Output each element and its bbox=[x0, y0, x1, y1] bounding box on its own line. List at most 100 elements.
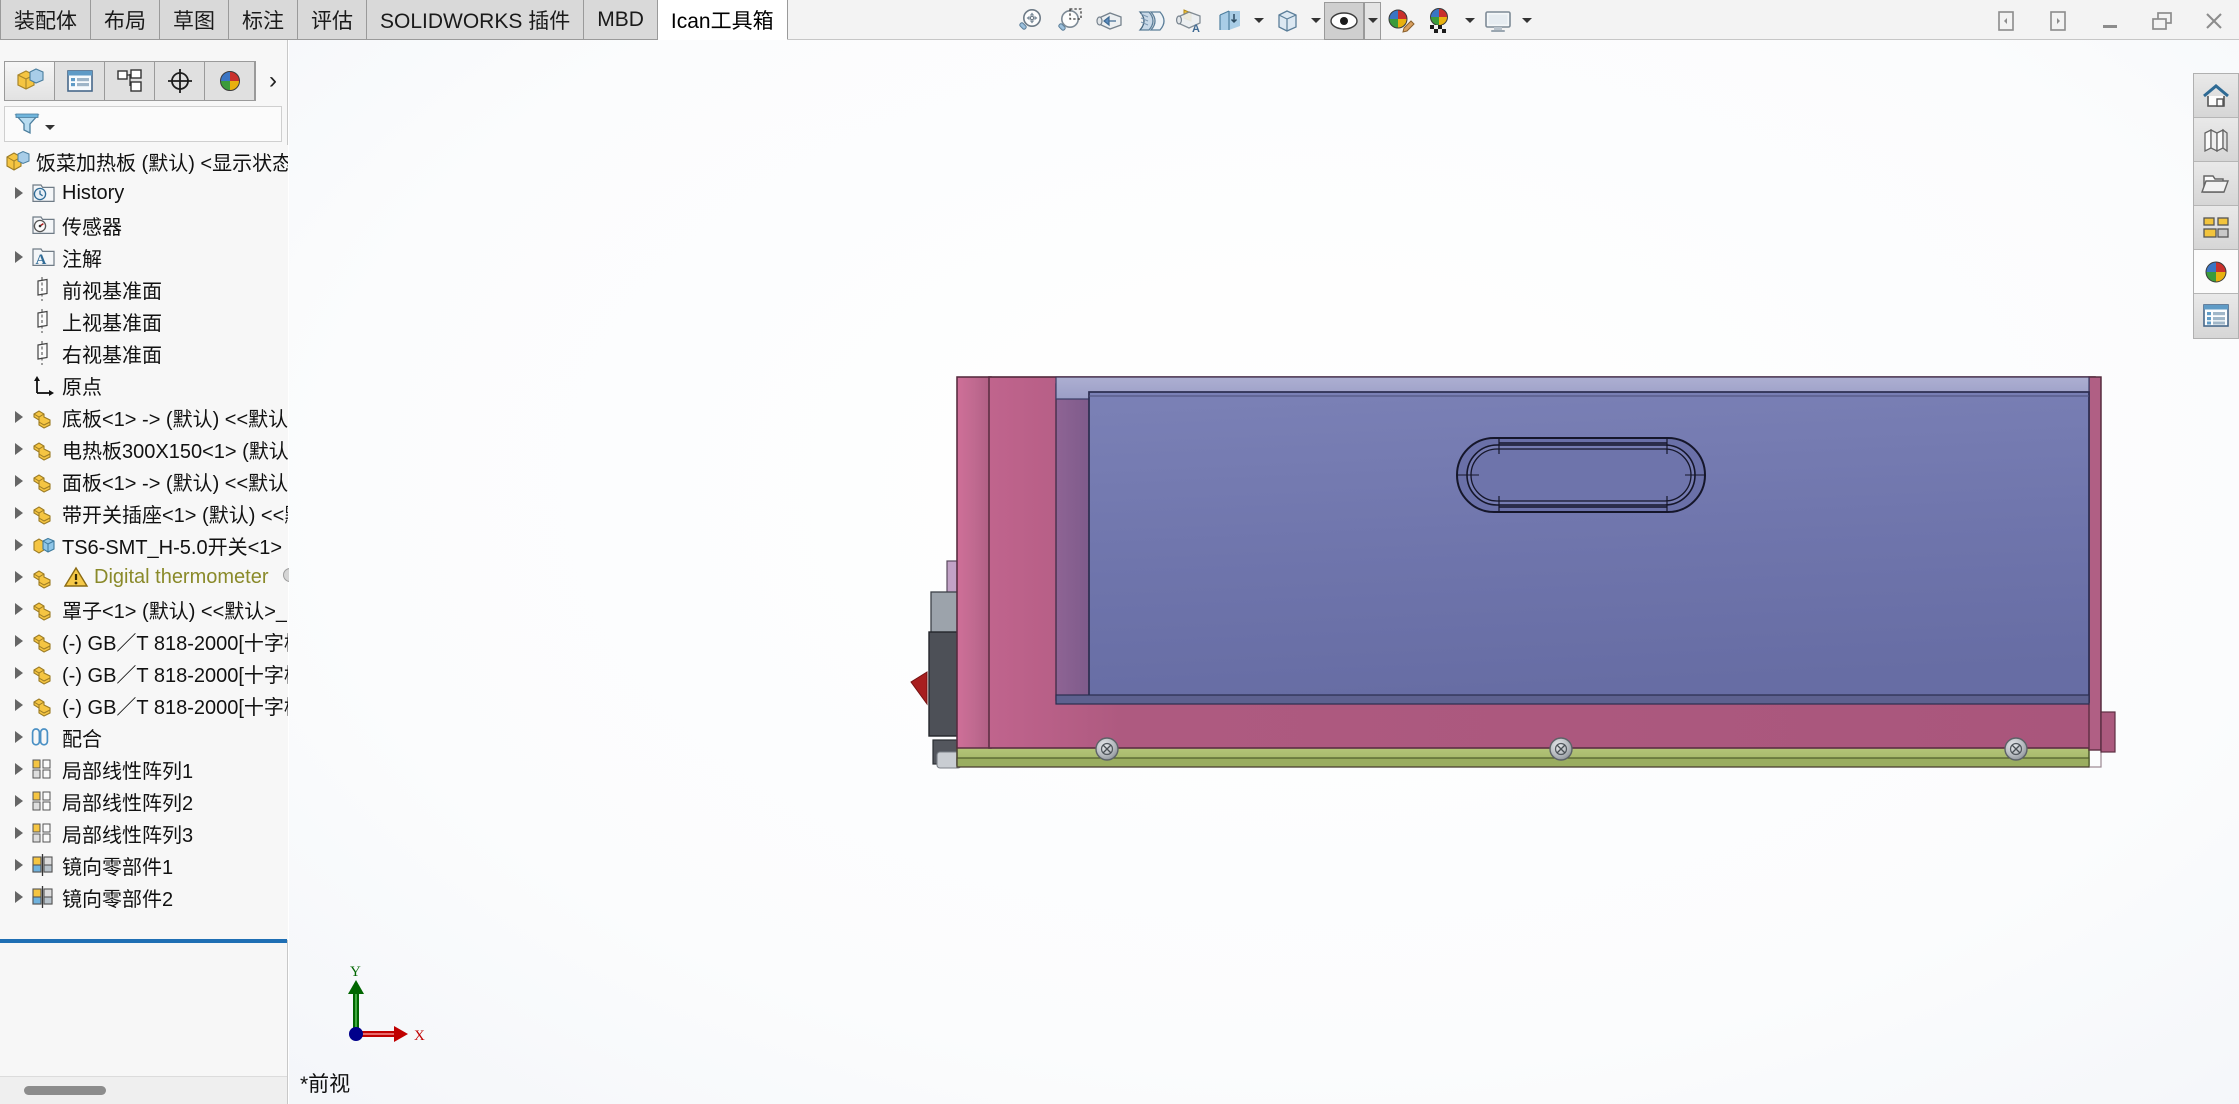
hide-show-items-dropdown-icon[interactable] bbox=[1307, 2, 1324, 40]
view-folder-icon[interactable] bbox=[2194, 162, 2238, 206]
more-tabs-button[interactable]: › bbox=[262, 66, 284, 96]
expand-arrow-icon[interactable] bbox=[8, 465, 30, 497]
tree-node-19[interactable]: 局部线性阵列1 bbox=[0, 753, 288, 785]
view-appearances-icon[interactable] bbox=[2194, 250, 2238, 294]
expand-arrow-icon[interactable] bbox=[8, 721, 30, 753]
tree-node-2[interactable]: 传感器 bbox=[0, 209, 288, 241]
tree-node-22[interactable]: 镜向零部件1 bbox=[0, 849, 288, 881]
minimize-button[interactable] bbox=[2093, 4, 2127, 38]
tree-scrollbar-thumb[interactable] bbox=[24, 1086, 106, 1095]
ribbon-tab-4[interactable]: 评估 bbox=[298, 0, 367, 40]
tree-node-15[interactable]: (-) GB／T 818-2000[十字槽 bbox=[0, 625, 288, 657]
expand-arrow-icon[interactable] bbox=[8, 689, 30, 721]
expand-arrow-icon[interactable] bbox=[8, 497, 30, 529]
property-list-icon bbox=[65, 68, 95, 94]
edit-appearance-dropdown-icon[interactable] bbox=[1461, 2, 1478, 40]
zoom-to-area-icon[interactable] bbox=[1050, 2, 1090, 40]
expand-arrow-icon[interactable] bbox=[8, 561, 30, 593]
restore-button[interactable] bbox=[2145, 4, 2179, 38]
display-manager-icon[interactable] bbox=[1478, 2, 1518, 40]
solidworks-window: 装配体布局草图标注评估SOLIDWORKS 插件MBDIcan工具箱 bbox=[0, 0, 2239, 1104]
expand-arrow-icon[interactable] bbox=[8, 881, 30, 913]
expand-arrow-icon[interactable] bbox=[8, 817, 30, 849]
tree-node-13[interactable]: Digital thermometer bbox=[0, 561, 288, 593]
ribbon-tab-5[interactable]: SOLIDWORKS 插件 bbox=[367, 0, 584, 40]
display-manager-tab[interactable] bbox=[205, 62, 255, 100]
triad-y-label: Y bbox=[350, 964, 361, 980]
display-style-icon[interactable] bbox=[1210, 2, 1250, 40]
tree-node-label: (-) GB／T 818-2000[十字槽 bbox=[62, 659, 288, 688]
tree-node-1[interactable]: History bbox=[0, 177, 288, 209]
expand-arrow-icon[interactable] bbox=[8, 625, 30, 657]
view-settings-dropdown-icon[interactable] bbox=[1364, 2, 1381, 40]
tree-node-21[interactable]: 局部线性阵列3 bbox=[0, 817, 288, 849]
tree-node-5[interactable]: 上视基准面 bbox=[0, 305, 288, 337]
display-manager-dropdown-icon[interactable] bbox=[1518, 2, 1535, 40]
tree-indent-spacer bbox=[8, 305, 30, 337]
ribbon-tab-6[interactable]: MBD bbox=[584, 0, 658, 40]
tree-horizontal-scrollbar[interactable] bbox=[0, 1076, 287, 1104]
edit-appearance-icon[interactable] bbox=[1421, 2, 1461, 40]
graphics-area[interactable]: Y X *前视 bbox=[289, 40, 2239, 1104]
view-home-icon[interactable] bbox=[2194, 74, 2238, 118]
ribbon-tab-7[interactable]: Ican工具箱 bbox=[658, 0, 788, 40]
ribbon-tab-1[interactable]: 布局 bbox=[91, 0, 160, 40]
view-orientation-icon[interactable]: A bbox=[1170, 2, 1210, 40]
tree-node-16[interactable]: (-) GB／T 818-2000[十字槽 bbox=[0, 657, 288, 689]
linear-pattern-icon bbox=[30, 820, 58, 846]
expand-arrow-icon[interactable] bbox=[8, 433, 30, 465]
zoom-to-fit-icon[interactable] bbox=[1010, 2, 1050, 40]
restore-right-button[interactable] bbox=[2041, 4, 2075, 38]
tree-node-6[interactable]: 右视基准面 bbox=[0, 337, 288, 369]
dimxpert-manager-tab[interactable] bbox=[155, 62, 205, 100]
hide-show-items-icon[interactable] bbox=[1267, 2, 1307, 40]
expand-arrow-icon[interactable] bbox=[8, 753, 30, 785]
close-button[interactable] bbox=[2197, 4, 2231, 38]
view-hierarchy-icon[interactable] bbox=[2194, 206, 2238, 250]
tree-node-4[interactable]: 前视基准面 bbox=[0, 273, 288, 305]
ribbon-tab-2[interactable]: 草图 bbox=[160, 0, 229, 40]
feature-manager-tab[interactable] bbox=[5, 62, 55, 100]
expand-arrow-icon[interactable] bbox=[8, 401, 30, 433]
expand-arrow-icon[interactable] bbox=[8, 849, 30, 881]
configuration-manager-tab[interactable] bbox=[105, 62, 155, 100]
apply-scene-icon[interactable] bbox=[1381, 2, 1421, 40]
tree-node-3[interactable]: A注解 bbox=[0, 241, 288, 273]
expand-arrow-icon[interactable] bbox=[8, 593, 30, 625]
display-style-dropdown-icon[interactable] bbox=[1250, 2, 1267, 40]
part-icon bbox=[30, 436, 58, 462]
expand-arrow-icon[interactable] bbox=[8, 177, 30, 209]
tree-node-20[interactable]: 局部线性阵列2 bbox=[0, 785, 288, 817]
origin-icon bbox=[31, 373, 57, 397]
restore-left-button[interactable] bbox=[1989, 4, 2023, 38]
property-manager-tab[interactable] bbox=[55, 62, 105, 100]
tree-node-12[interactable]: TS6-SMT_H-5.0开关<1> ( bbox=[0, 529, 288, 561]
tree-filter-bar[interactable] bbox=[4, 106, 282, 142]
expand-arrow-icon[interactable] bbox=[8, 529, 30, 561]
assembly-model-3d[interactable] bbox=[289, 40, 2239, 1104]
tree-node-14[interactable]: 罩子<1> (默认) <<默认>_ bbox=[0, 593, 288, 625]
section-view-icon[interactable] bbox=[1130, 2, 1170, 40]
tree-node-11[interactable]: 带开关插座<1> (默认) <<默 bbox=[0, 497, 288, 529]
tree-node-label: 上视基准面 bbox=[62, 307, 162, 336]
view-library-icon[interactable] bbox=[2194, 118, 2238, 162]
tree-node-8[interactable]: 底板<1> -> (默认) <<默认 bbox=[0, 401, 288, 433]
tree-node-10[interactable]: 面板<1> -> (默认) <<默认 bbox=[0, 465, 288, 497]
expand-arrow-icon[interactable] bbox=[8, 657, 30, 689]
tree-node-23[interactable]: 镜向零部件2 bbox=[0, 881, 288, 913]
tree-node-18[interactable]: 配合 bbox=[0, 721, 288, 753]
tree-node-7[interactable]: 原点 bbox=[0, 369, 288, 401]
expand-arrow-icon[interactable] bbox=[8, 785, 30, 817]
subassembly-icon bbox=[31, 501, 57, 525]
tree-node-0[interactable]: 饭菜加热板 (默认) <显示状态-3 bbox=[0, 145, 288, 177]
view-settings-icon[interactable] bbox=[1324, 2, 1364, 40]
ribbon-tab-0[interactable]: 装配体 bbox=[0, 0, 91, 40]
ribbon-tab-3[interactable]: 标注 bbox=[229, 0, 298, 40]
feature-tree[interactable]: 饭菜加热板 (默认) <显示状态-3History传感器A注解前视基准面上视基准… bbox=[0, 145, 288, 940]
tree-node-17[interactable]: (-) GB／T 818-2000[十字槽 bbox=[0, 689, 288, 721]
view-custom-properties-icon[interactable] bbox=[2194, 294, 2238, 338]
filter-dropdown-icon[interactable] bbox=[45, 125, 55, 130]
expand-arrow-icon[interactable] bbox=[8, 241, 30, 273]
tree-node-9[interactable]: 电热板300X150<1> (默认 bbox=[0, 433, 288, 465]
previous-view-icon[interactable] bbox=[1090, 2, 1130, 40]
